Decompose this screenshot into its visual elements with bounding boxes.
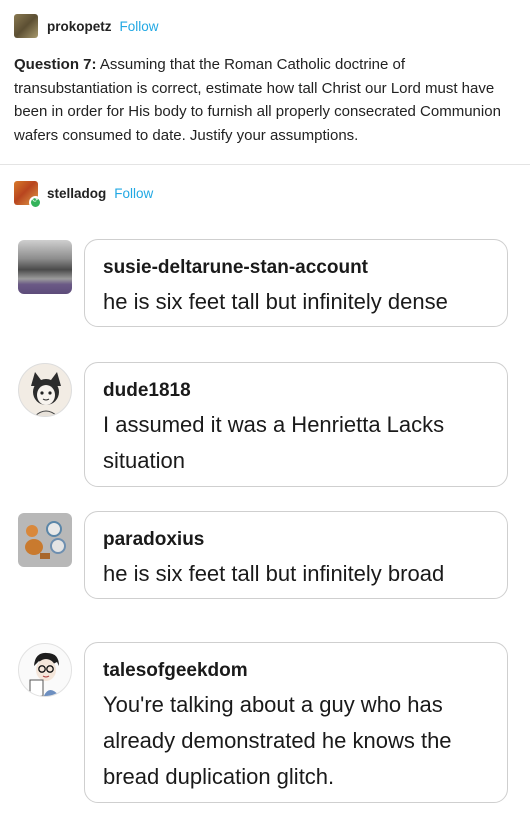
question-label: Question 7:	[14, 56, 97, 73]
original-post-header: prokopetz Follow	[14, 14, 159, 38]
username[interactable]: stelladog	[47, 186, 106, 201]
comment-text: he is six feet tall but infinitely dense	[103, 289, 448, 314]
follow-button[interactable]: Follow	[114, 186, 153, 201]
comment-bubble: susie-deltarune-stan-account he is six f…	[84, 239, 508, 327]
comment-text: he is six feet tall but infinitely broad	[103, 561, 445, 586]
comment-avatar[interactable]	[18, 240, 72, 294]
comment-username[interactable]: paradoxius	[103, 528, 507, 552]
follow-button[interactable]: Follow	[120, 19, 159, 34]
comment-bubble: dude1818 I assumed it was a Henrietta La…	[84, 362, 508, 487]
avatar[interactable]	[14, 181, 42, 209]
username[interactable]: prokopetz	[47, 19, 112, 34]
comment-username[interactable]: susie-deltarune-stan-account	[103, 256, 507, 280]
comment-bubble: talesofgeekdom You're talking about a gu…	[84, 642, 508, 803]
comment-username[interactable]: talesofgeekdom	[103, 659, 507, 683]
comment-text: I assumed it was a Henrietta Lacks situa…	[103, 412, 445, 473]
comment-avatar[interactable]	[18, 643, 72, 697]
person-icon	[29, 652, 60, 696]
comment-username[interactable]: dude1818	[103, 379, 507, 403]
reblog-header: stelladog Follow	[14, 181, 153, 209]
post-body: Question 7: Assuming that the Roman Cath…	[14, 53, 514, 147]
creatures-icon	[25, 521, 66, 559]
comment-bubble: paradoxius he is six feet tall but infin…	[84, 511, 508, 599]
reblog-icon	[29, 195, 42, 209]
comment-avatar[interactable]	[18, 513, 72, 567]
comment-text: You're talking about a guy who has alrea…	[103, 692, 452, 789]
character-icon	[31, 372, 61, 416]
comment-avatar[interactable]	[18, 363, 72, 417]
divider	[0, 164, 530, 165]
avatar[interactable]	[14, 14, 38, 38]
